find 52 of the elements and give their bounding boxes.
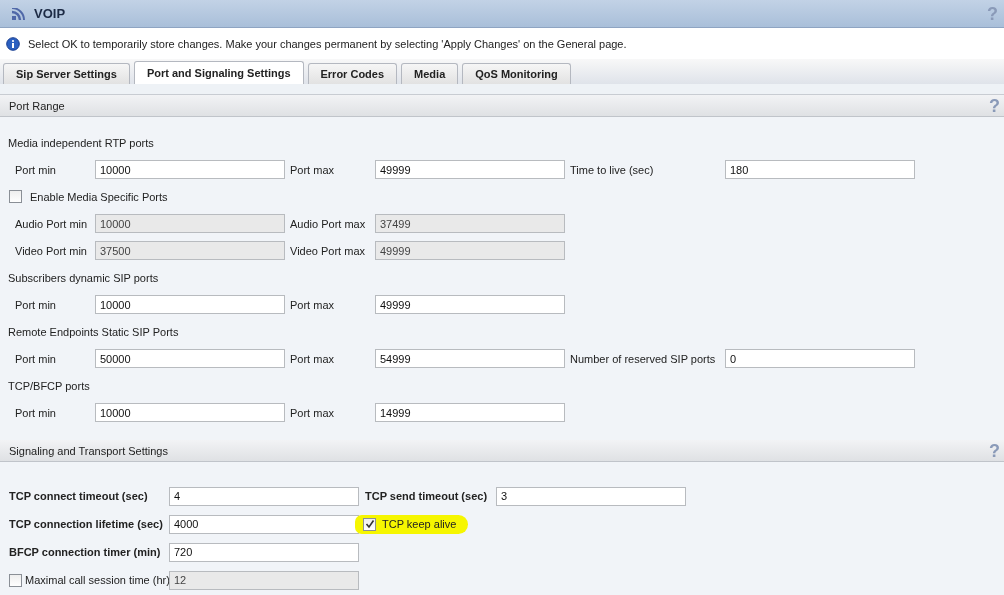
section-title: Port Range (9, 99, 65, 112)
checkbox-label: TCP keep alive (382, 518, 457, 530)
group-heading: TCP/BFCP ports (7, 378, 91, 394)
field-label: Port max (290, 163, 335, 176)
tab[interactable]: Sip Server Settings (3, 63, 130, 84)
field-label: BFCP connection timer (min) (8, 546, 161, 558)
checkbox-label: Maximal call session time (hr) (25, 574, 170, 586)
field-label: Port min (15, 352, 57, 365)
field-label: Port min (15, 406, 57, 419)
checkbox[interactable] (363, 517, 376, 531)
signal-icon (12, 7, 26, 20)
field-label: Number of reserved SIP ports (570, 352, 717, 365)
tab[interactable]: QoS Monitoring (462, 63, 571, 84)
section-title: Signaling and Transport Settings (9, 444, 168, 457)
field-label: Video Port min (15, 244, 88, 257)
group-heading: Remote Endpoints Static SIP Ports (7, 324, 180, 340)
input-field[interactable]: 4000 (169, 514, 359, 534)
tab[interactable]: Port and Signaling Settings (133, 61, 304, 84)
checkbox[interactable] (9, 190, 22, 203)
input-field[interactable]: 14999 (375, 403, 565, 422)
input-field[interactable]: 50000 (95, 349, 285, 368)
input-field[interactable]: 10000 (95, 295, 285, 314)
field-label: Video Port max (290, 244, 366, 257)
group-heading: Subscribers dynamic SIP ports (7, 270, 160, 286)
input-field[interactable]: 0 (725, 349, 915, 368)
tab[interactable]: Media (401, 63, 459, 84)
field-label: Port min (15, 163, 57, 176)
window-title: VOIP (34, 6, 66, 21)
field-label: Port max (290, 406, 335, 419)
group-heading: Media independent RTP ports (7, 135, 155, 151)
input-field[interactable]: 10000 (95, 403, 285, 422)
input-field[interactable]: 180 (725, 160, 915, 179)
field-label: Audio Port max (290, 217, 367, 230)
info-icon (6, 36, 20, 51)
input-field[interactable]: 3 (496, 486, 686, 506)
field-label: TCP connect timeout (sec) (8, 490, 148, 502)
field-label: Audio Port min (15, 217, 89, 230)
field-label: Port min (15, 298, 57, 311)
field-label: TCP send timeout (sec) (364, 490, 488, 502)
field-label: TCP connection lifetime (sec) (8, 518, 163, 530)
tab[interactable]: Error Codes (307, 63, 398, 84)
checkbox-label: Enable Media Specific Ports (30, 190, 168, 203)
input-field[interactable]: 49999 (375, 160, 565, 179)
input-field[interactable]: 720 (169, 542, 359, 562)
input-field[interactable]: 4 (169, 486, 359, 506)
info-message: Select OK to temporarily store changes. Make your changes permanent by selecting 'Apply Changes' on the General page. (28, 37, 627, 50)
input-field[interactable]: 49999 (375, 295, 565, 314)
field-label: Time to live (sec) (570, 163, 655, 176)
input-field[interactable]: 54999 (375, 349, 565, 368)
field-label: Port max (290, 352, 335, 365)
input-field[interactable]: 10000 (95, 160, 285, 179)
field-label: Port max (290, 298, 335, 311)
